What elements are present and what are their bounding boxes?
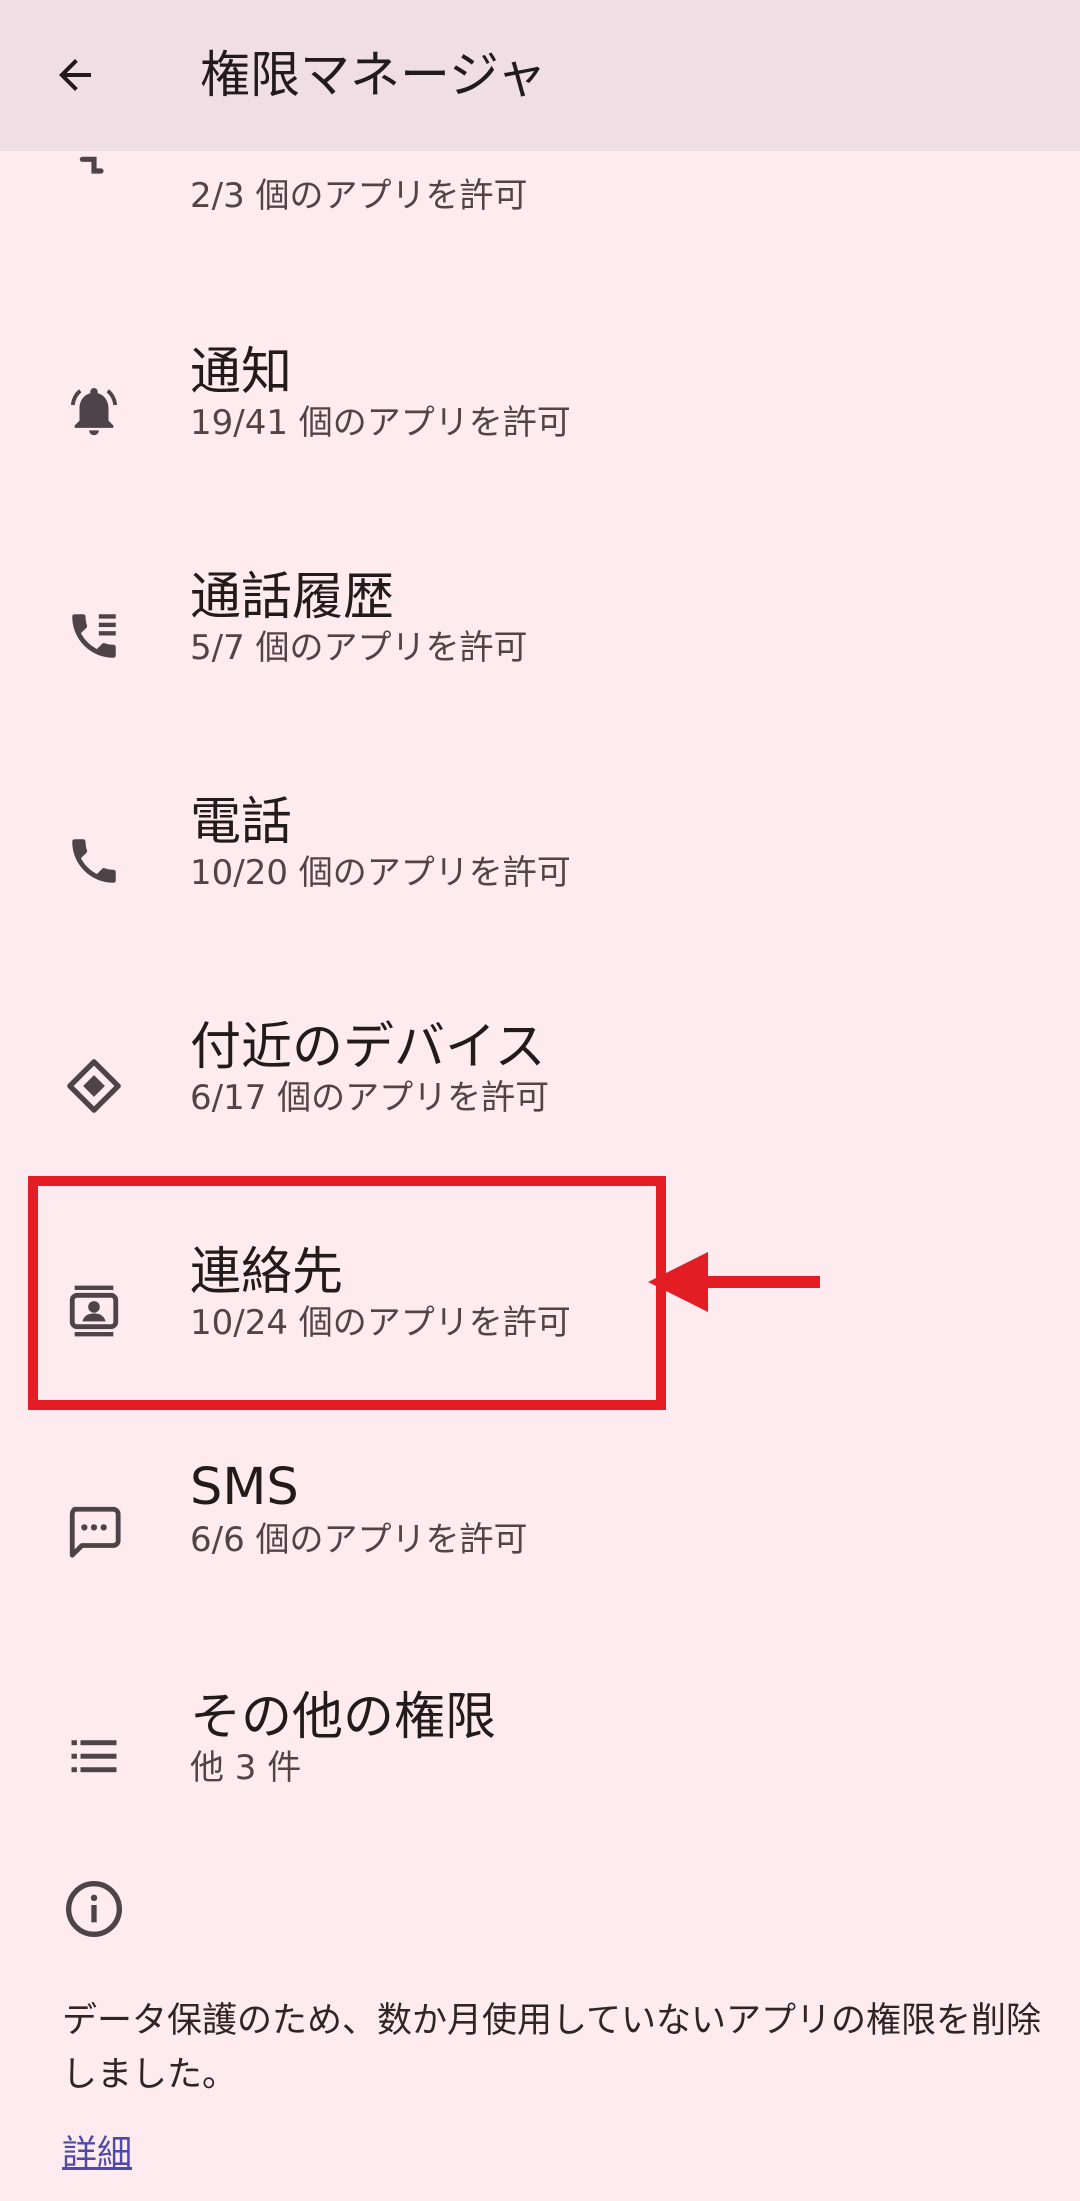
info-icon [62, 1877, 126, 1941]
footer-text: データ保護のため、数か月使用していないアプリの権限を削除しました。 [62, 2001, 1041, 2095]
body-sensors-icon [62, 146, 126, 210]
nearby-devices-icon [62, 1054, 126, 1118]
annotation-arrow-icon [648, 1252, 820, 1312]
permission-item-call-log[interactable]: 通話履歴 5/7 個のアプリを許可 [0, 526, 1080, 751]
bell-icon [62, 379, 126, 443]
permission-title: 通話履歴 [190, 568, 395, 627]
permission-title: SMS [190, 1458, 299, 1517]
permission-title: 通知 [190, 343, 293, 402]
permission-subtitle: 2/3 個のアプリを許可 [190, 176, 528, 216]
permission-subtitle: 他 3 件 [190, 1748, 302, 1788]
permission-item-nearby-devices[interactable]: 付近のデバイス 6/17 個のアプリを許可 [0, 976, 1080, 1201]
phone-icon [62, 829, 126, 893]
sms-icon [62, 1499, 126, 1563]
permission-title: 電話 [190, 793, 293, 852]
permission-subtitle: 6/17 個のアプリを許可 [190, 1078, 550, 1118]
permission-item-other[interactable]: その他の権限 他 3 件 [0, 1646, 1080, 1871]
highlight-box [28, 1176, 666, 1410]
permission-item-body-sensors[interactable]: 2/3 個のアプリを許可 [0, 76, 1080, 301]
list-icon [62, 1724, 126, 1788]
learn-more-link[interactable]: 詳細 [62, 2130, 132, 2178]
permission-subtitle: 10/20 個のアプリを許可 [190, 853, 571, 893]
permission-item-sms[interactable]: SMS 6/6 個のアプリを許可 [0, 1421, 1080, 1646]
call-log-icon [62, 604, 126, 668]
permission-item-notifications[interactable]: 通知 19/41 個のアプリを許可 [0, 301, 1080, 526]
permission-subtitle: 19/41 個のアプリを許可 [190, 403, 571, 443]
permission-subtitle: 6/6 個のアプリを許可 [190, 1520, 528, 1560]
permission-item-phone[interactable]: 電話 10/20 個のアプリを許可 [0, 751, 1080, 976]
permission-title: その他の権限 [190, 1688, 497, 1747]
permission-title: 付近のデバイス [190, 1018, 546, 1077]
permission-subtitle: 5/7 個のアプリを許可 [190, 628, 528, 668]
